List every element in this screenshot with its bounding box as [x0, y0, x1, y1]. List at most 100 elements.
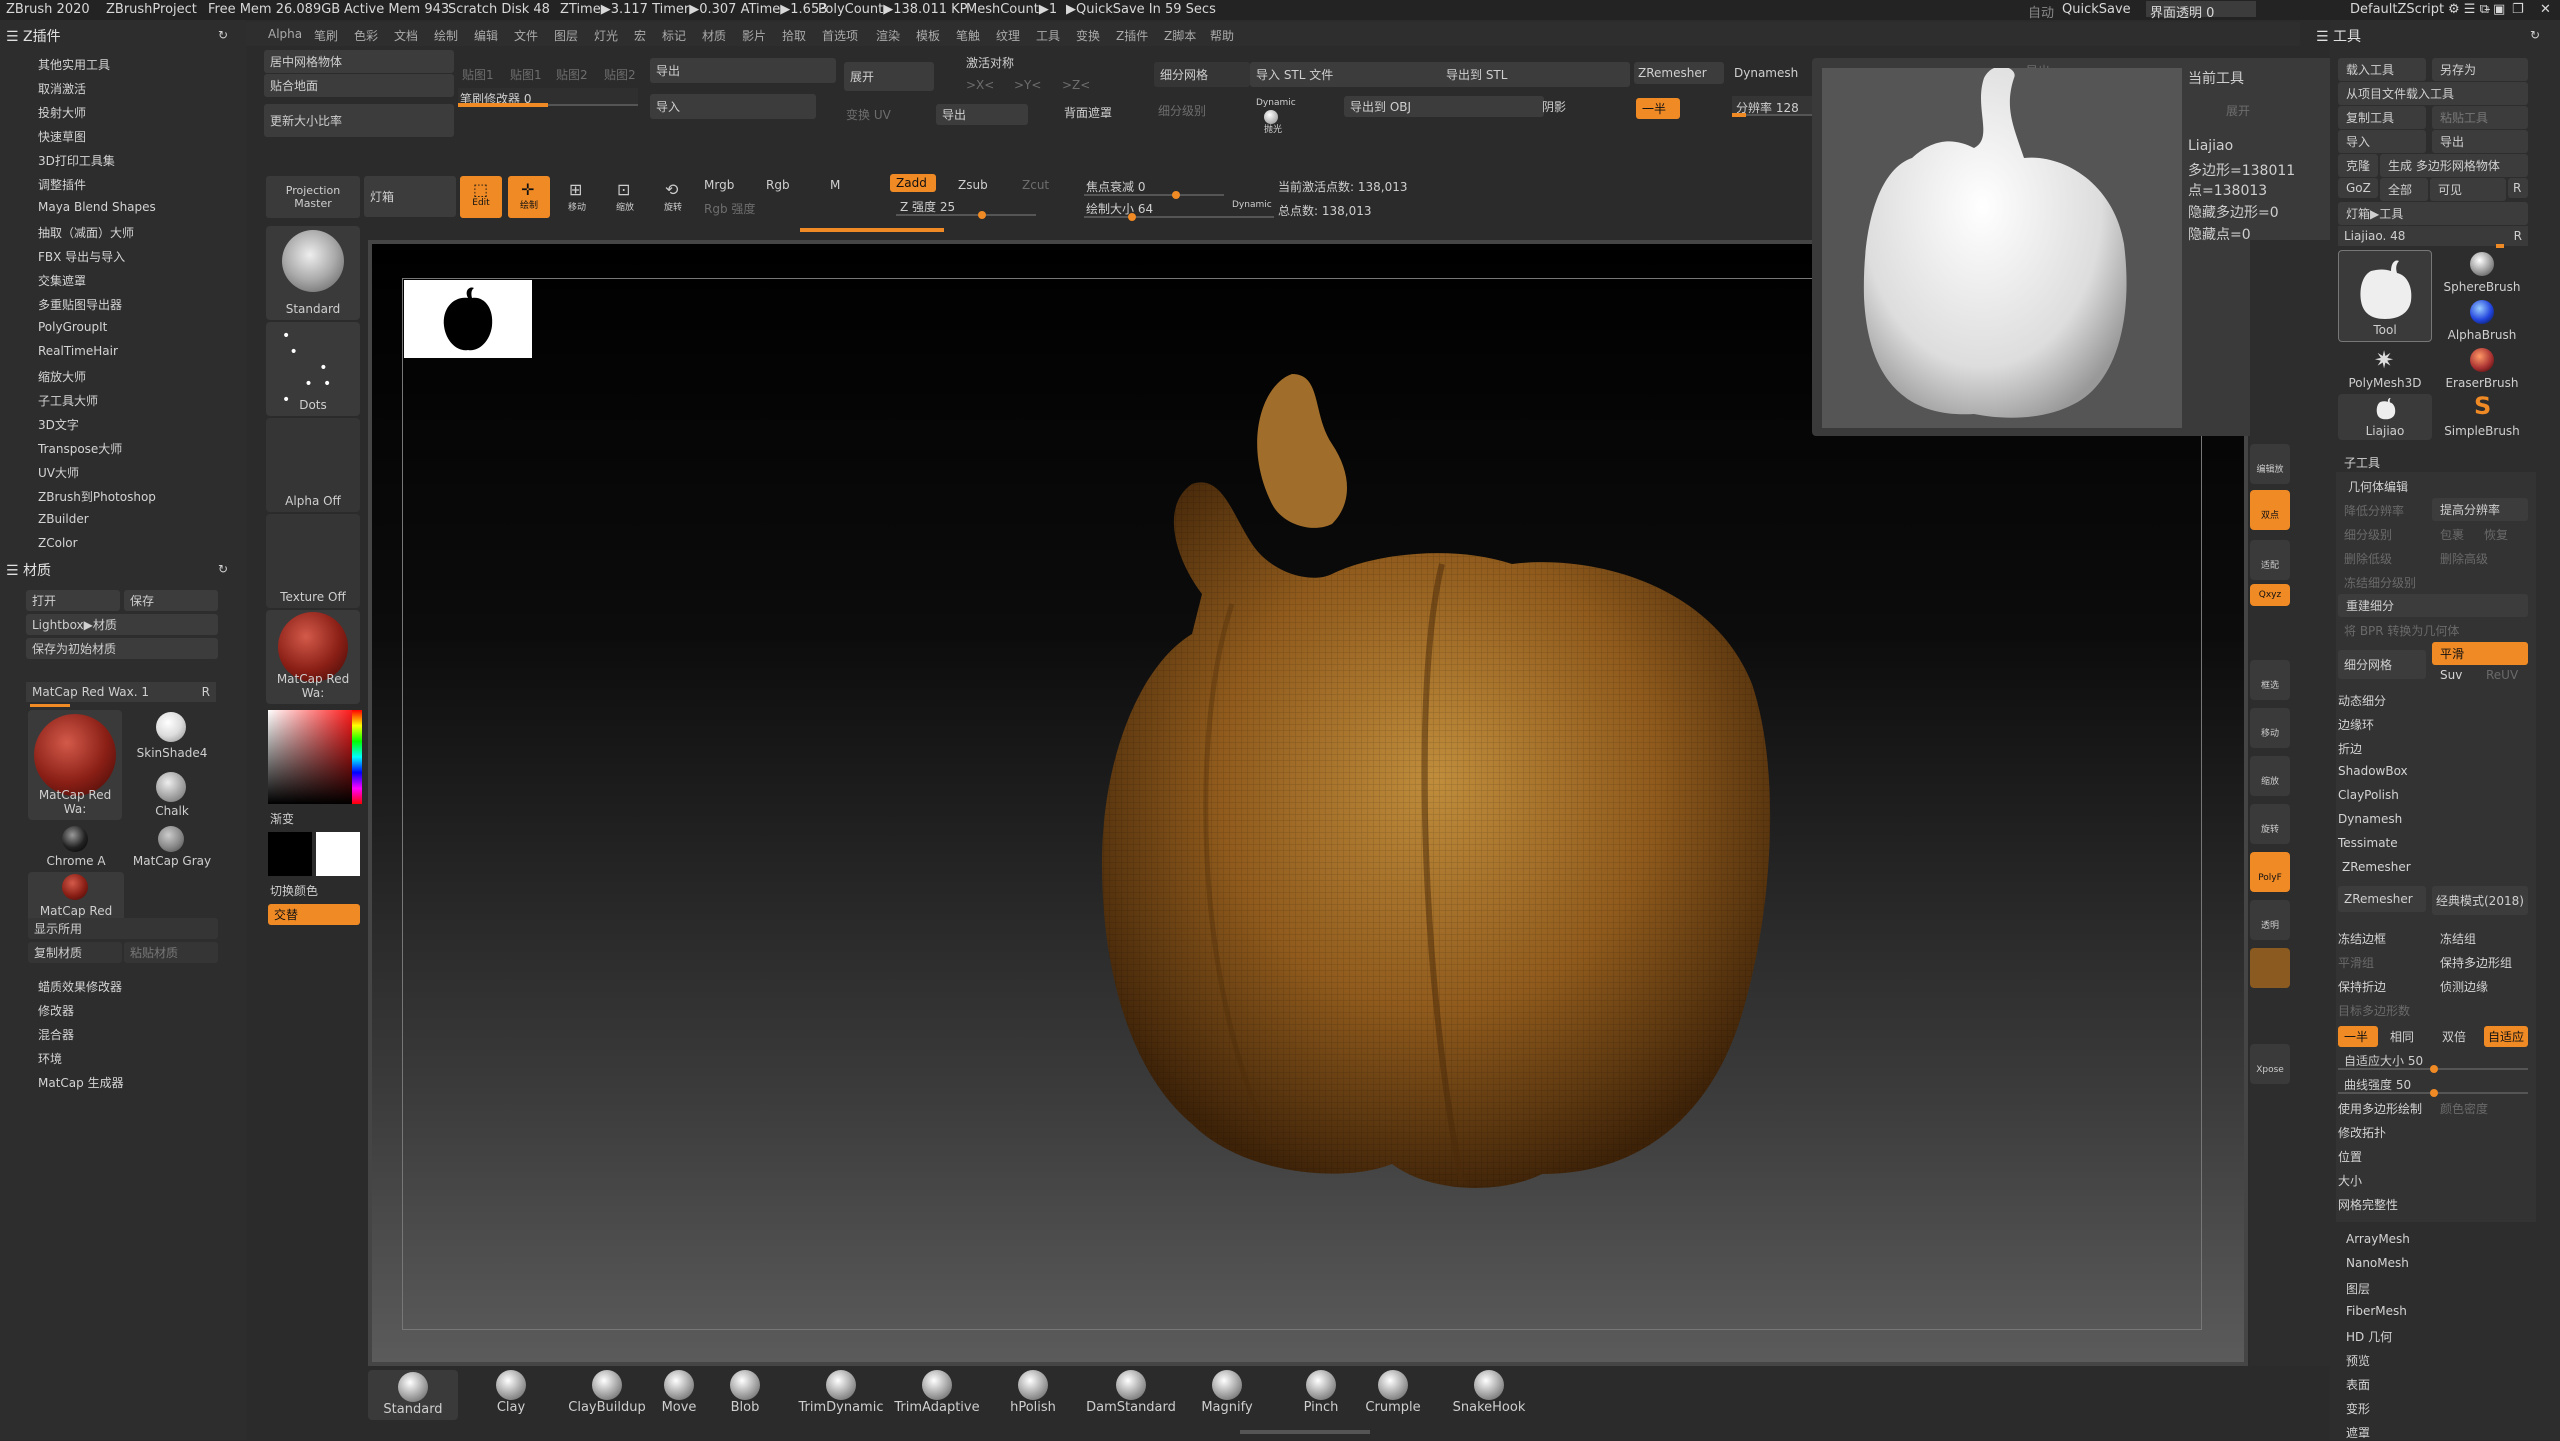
- zadd-button[interactable]: Zadd: [890, 174, 936, 192]
- zplugin-item[interactable]: 交集遮罩: [38, 272, 86, 289]
- color-picker[interactable]: [268, 710, 362, 804]
- hue-strip[interactable]: [352, 710, 362, 804]
- zcut-button[interactable]: Zcut: [1022, 178, 1049, 192]
- restore-button[interactable]: 恢复: [2484, 526, 2508, 543]
- zplugin-item[interactable]: ZBrush到Photoshop: [38, 488, 156, 505]
- zplugin-item[interactable]: 取消激活: [38, 80, 86, 97]
- paste-material-button[interactable]: 粘贴材质: [124, 942, 218, 963]
- higher-res-button[interactable]: 提高分辨率: [2432, 498, 2528, 521]
- shadow-button[interactable]: 阴影: [1542, 98, 1566, 115]
- lightbox-button[interactable]: 灯箱: [364, 176, 456, 217]
- detect-edges-toggle[interactable]: 侦测边缘: [2440, 978, 2488, 995]
- import-button[interactable]: 导入: [650, 94, 816, 119]
- zplugin-item[interactable]: ZColor: [38, 536, 78, 550]
- keep-groups-toggle[interactable]: 保持多边形组: [2440, 954, 2512, 971]
- brush-clay[interactable]: Clay: [466, 1370, 556, 1415]
- dynamesh-button[interactable]: Dynamesh: [1734, 66, 1798, 80]
- edit-button[interactable]: ⬚ Edit: [460, 176, 502, 218]
- zplugin-item[interactable]: RealTimeHair: [38, 344, 118, 358]
- menu-help[interactable]: 帮助: [1210, 27, 1234, 44]
- zremesher-button[interactable]: ZRemesher: [2338, 886, 2426, 912]
- freeze-sdiv-button[interactable]: 冻结细分级别: [2344, 574, 2416, 591]
- zremesher-section[interactable]: ZRemesher: [2342, 860, 2411, 874]
- adaptive-button[interactable]: 自适应: [2484, 1026, 2528, 1047]
- menu-layer[interactable]: 图层: [554, 27, 578, 44]
- keep-creases-toggle[interactable]: 保持折边: [2338, 978, 2386, 995]
- double-button[interactable]: 双倍: [2442, 1028, 2466, 1045]
- brush-magnify[interactable]: Magnify: [1182, 1370, 1272, 1415]
- goz-button[interactable]: GoZ: [2338, 178, 2378, 198]
- update-size-ratio-button[interactable]: 更新大小比率: [264, 104, 454, 137]
- sdiv-level-slider[interactable]: 细分级别: [1158, 102, 1206, 119]
- m-button[interactable]: M: [830, 178, 840, 192]
- all-button[interactable]: 全部: [2380, 178, 2428, 201]
- zplugin-item[interactable]: PolyGroupIt: [38, 320, 107, 334]
- ui-transparency-slider[interactable]: 界面透明 0: [2146, 1, 2256, 21]
- secondary-color-swatch[interactable]: [316, 832, 360, 876]
- draw-size-slider[interactable]: 绘制大小 64 Dynamic: [1084, 198, 1274, 221]
- copy-material-button[interactable]: 复制材质: [28, 942, 122, 963]
- masking-section[interactable]: 遮罩: [2346, 1424, 2370, 1441]
- scale-view-icon[interactable]: 缩放: [2250, 756, 2290, 796]
- export-stl-button[interactable]: 导出到 STL: [1440, 62, 1630, 87]
- claypolish-section[interactable]: ClayPolish: [2338, 788, 2399, 802]
- import-stl-button[interactable]: 导入 STL 文件: [1250, 62, 1446, 87]
- edge-loop-section[interactable]: 边缘环: [2338, 716, 2374, 733]
- menu-file[interactable]: 文件: [514, 27, 538, 44]
- brush-blob[interactable]: Blob: [700, 1370, 790, 1415]
- brush-trimdynamic[interactable]: TrimDynamic: [796, 1370, 886, 1415]
- activate-symmetry-label[interactable]: 激活对称: [966, 54, 1014, 71]
- brush-hpolish[interactable]: hPolish: [988, 1370, 1078, 1415]
- zplugin-item[interactable]: 3D打印工具集: [38, 152, 115, 169]
- material-section[interactable]: 修改器: [38, 1002, 74, 1019]
- menu-stroke[interactable]: 笔触: [956, 27, 980, 44]
- use-polypaint-toggle[interactable]: 使用多边形绘制: [2338, 1100, 2422, 1117]
- menu-document[interactable]: 文档: [394, 27, 418, 44]
- restore-icon[interactable]: ❐: [2512, 2, 2524, 17]
- current-tool-slider[interactable]: Liajiao. 48 R: [2338, 226, 2528, 246]
- texture-selector[interactable]: Texture Off: [266, 514, 360, 608]
- double-icon[interactable]: 双点: [2250, 490, 2290, 530]
- focal-shift-slider[interactable]: 焦点衰减 0: [1084, 176, 1224, 199]
- smooth-groups-slider[interactable]: 平滑组: [2338, 954, 2374, 971]
- lower-res-button[interactable]: 降低分辨率: [2344, 502, 2404, 519]
- scale-button[interactable]: ⊡ 缩放: [604, 176, 646, 218]
- modify-topology-section[interactable]: 修改拓扑: [2338, 1124, 2386, 1141]
- dynamesh-section[interactable]: Dynamesh: [2338, 812, 2402, 826]
- freeze-border-toggle[interactable]: 冻结边框: [2338, 930, 2386, 947]
- goz-r-button[interactable]: R: [2508, 178, 2528, 198]
- load-from-project-button[interactable]: 从项目文件载入工具: [2338, 82, 2528, 105]
- center-mesh-button[interactable]: 居中网格物体: [264, 50, 454, 73]
- divide-button[interactable]: 细分网格: [2338, 650, 2426, 679]
- menu-marker[interactable]: 标记: [662, 27, 686, 44]
- stroke-selector[interactable]: • • • • • • Dots: [266, 322, 360, 416]
- zplugin-item[interactable]: 3D文字: [38, 416, 79, 433]
- menu-preferences[interactable]: 首选项: [822, 27, 858, 44]
- material-section[interactable]: 混合器: [38, 1026, 74, 1043]
- tool-thumb[interactable]: ✷ PolyMesh3D: [2338, 346, 2432, 392]
- menu-zscript[interactable]: Z脚本: [1164, 27, 1196, 44]
- tool-thumb[interactable]: S SimpleBrush: [2436, 392, 2528, 440]
- menu-movie[interactable]: 影片: [742, 27, 766, 44]
- layers-section[interactable]: 图层: [2346, 1280, 2370, 1297]
- zplugin-item[interactable]: 调整插件: [38, 176, 86, 193]
- mesh-integrity-section[interactable]: 网格完整性: [2338, 1196, 2398, 1213]
- export-button[interactable]: 导出: [650, 58, 836, 83]
- show-used-button[interactable]: 显示所用: [28, 918, 218, 939]
- transform-uv-button[interactable]: 变换 UV: [846, 106, 891, 123]
- lightbox-material-button[interactable]: Lightbox▶材质: [26, 614, 218, 635]
- legacy-button[interactable]: 经典模式(2018): [2432, 886, 2528, 915]
- export-uv-button[interactable]: 导出: [936, 104, 1028, 125]
- brush-trimadaptive[interactable]: TrimAdaptive: [892, 1370, 982, 1415]
- half-button[interactable]: 一半: [2338, 1026, 2378, 1047]
- script-name[interactable]: DefaultZScript: [2350, 2, 2444, 17]
- menu-color[interactable]: 色彩: [354, 27, 378, 44]
- resolution-slider[interactable]: 分辨率 128: [1732, 96, 1812, 117]
- material-thumb-main[interactable]: MatCap Red Wa:: [28, 710, 122, 820]
- xpose-icon[interactable]: Xpose: [2250, 1044, 2290, 1084]
- preview-section[interactable]: 预览: [2346, 1352, 2370, 1369]
- tool-thumb[interactable]: Liajiao: [2338, 394, 2432, 440]
- arraymesh-section[interactable]: ArrayMesh: [2346, 1232, 2410, 1246]
- paste-tool-button[interactable]: 粘贴工具: [2432, 106, 2528, 129]
- tool-thumb[interactable]: AlphaBrush: [2436, 298, 2528, 344]
